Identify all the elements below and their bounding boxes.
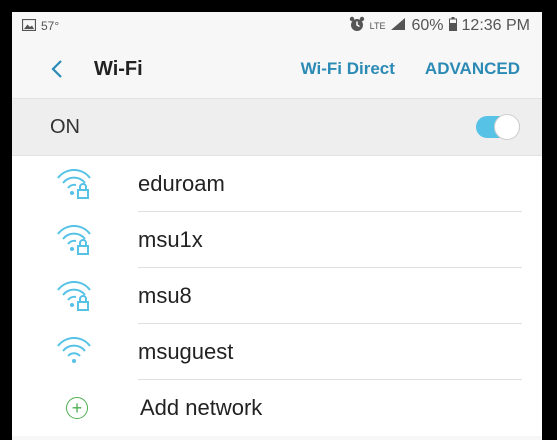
- clock: 12:36 PM: [461, 17, 530, 34]
- add-network-button[interactable]: + Add network: [12, 380, 542, 436]
- image-icon: [21, 18, 37, 34]
- wifi-icon: [56, 336, 96, 368]
- plus-icon: +: [66, 397, 88, 419]
- status-bar: 57° LTE 60% 12:36 PM: [12, 12, 542, 40]
- advanced-button[interactable]: ADVANCED: [425, 59, 520, 79]
- network-name: msu1x: [138, 227, 203, 252]
- battery-icon: [448, 16, 457, 36]
- network-item-msuguest[interactable]: msuguest: [12, 324, 542, 380]
- app-header: Wi-Fi Wi-Fi Direct ADVANCED: [12, 40, 542, 98]
- network-name: msu8: [138, 283, 192, 308]
- wifi-status-label: ON: [50, 115, 80, 138]
- wifi-secured-icon: [56, 224, 96, 256]
- network-item-msu8[interactable]: msu8: [12, 268, 542, 324]
- network-name: msuguest: [138, 339, 234, 364]
- wifi-master-switch-row[interactable]: ON: [12, 98, 542, 156]
- toggle-knob: [494, 114, 520, 140]
- wifi-settings-screen: 57° LTE 60% 12:36 PM Wi-Fi Wi-Fi Direct …: [12, 12, 542, 440]
- page-title: Wi-Fi: [94, 57, 143, 80]
- battery-percent: 60%: [411, 17, 444, 34]
- temperature: 57°: [41, 19, 60, 33]
- network-item-eduroam[interactable]: eduroam: [12, 156, 542, 212]
- network-list: eduroam msu1x msu8 msuguest + Add networ…: [12, 156, 542, 436]
- wifi-toggle-switch[interactable]: [476, 114, 520, 140]
- network-name: eduroam: [138, 171, 225, 196]
- add-network-label: Add network: [140, 395, 263, 420]
- network-type: LTE: [369, 20, 386, 31]
- alarm-icon: [349, 16, 365, 37]
- back-arrow-icon[interactable]: [50, 58, 72, 80]
- signal-icon: [390, 17, 406, 36]
- wifi-direct-button[interactable]: Wi-Fi Direct: [301, 59, 395, 79]
- wifi-secured-icon: [56, 168, 96, 200]
- network-item-msu1x[interactable]: msu1x: [12, 212, 542, 268]
- wifi-secured-icon: [56, 280, 96, 312]
